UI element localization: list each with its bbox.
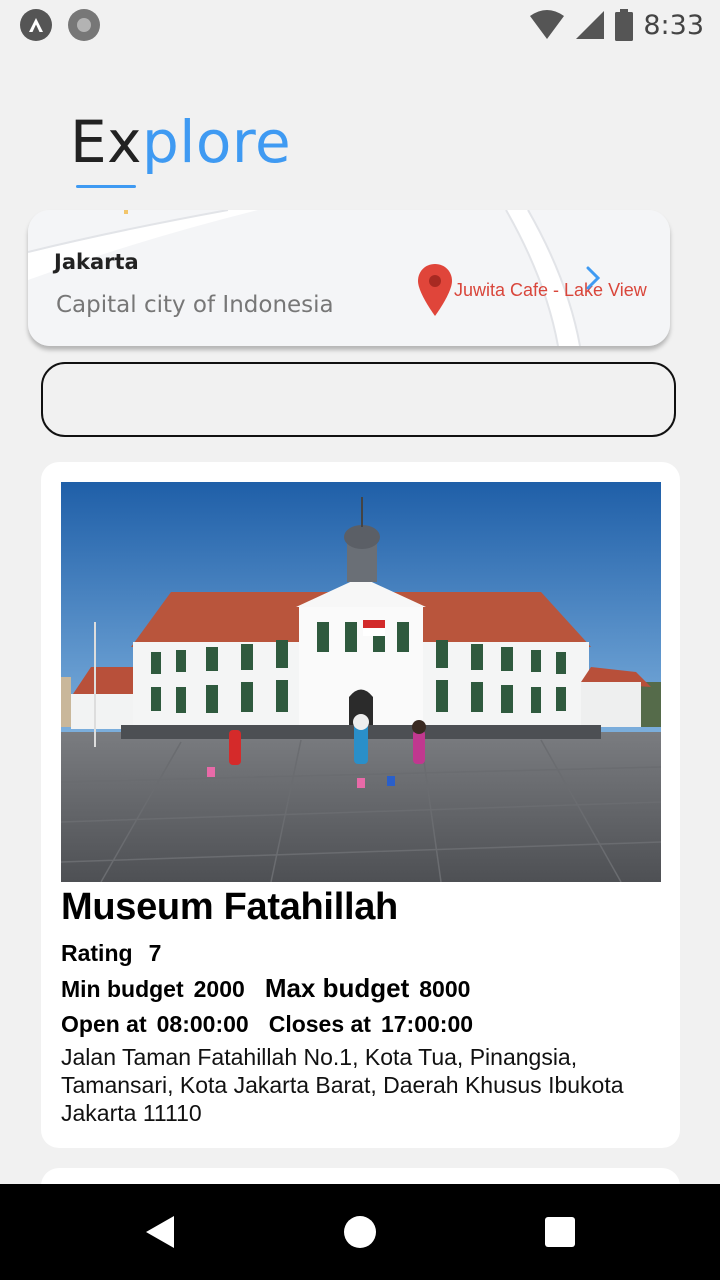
max-budget-label: Max budget bbox=[264, 973, 410, 1003]
status-icons: 8:33 bbox=[529, 6, 704, 44]
search-input[interactable] bbox=[43, 364, 674, 435]
open-time: 08:00:00 bbox=[156, 1011, 249, 1037]
max-budget-value: 8000 bbox=[419, 976, 471, 1002]
map-card[interactable]: Jakarta Capital city of Indonesia Juwita… bbox=[28, 210, 670, 346]
place-address: Jalan Taman Fatahillah No.1, Kota Tua, P… bbox=[61, 1044, 624, 1126]
hours-row: Open at 08:00:00 Closes at 17:00:00 bbox=[61, 1011, 473, 1038]
title-prefix: Ex bbox=[70, 108, 142, 176]
budget-row: Min budget 2000 Max budget 8000 bbox=[61, 973, 470, 1004]
map-city-label: Jakarta bbox=[54, 250, 139, 274]
rating-row: Rating 7 bbox=[61, 940, 161, 967]
cellular-signal-icon bbox=[576, 11, 605, 39]
title-underline bbox=[76, 185, 136, 188]
search-box[interactable] bbox=[41, 362, 676, 437]
recents-icon[interactable] bbox=[545, 1217, 575, 1247]
map-city-description: Capital city of Indonesia bbox=[56, 292, 334, 318]
map-poi-label[interactable]: Juwita Cafe - Lake View bbox=[454, 280, 647, 301]
app-notification-icon bbox=[20, 9, 52, 41]
rating-value: 7 bbox=[148, 940, 162, 966]
title-suffix: plore bbox=[141, 108, 292, 176]
place-photo bbox=[61, 482, 661, 882]
close-time: 17:00:00 bbox=[380, 1011, 474, 1037]
place-name: Museum Fatahillah bbox=[61, 886, 398, 928]
place-card[interactable]: Museum Fatahillah Rating 7 Min budget 2000… bbox=[41, 462, 680, 1148]
clock: 8:33 bbox=[643, 9, 704, 41]
rating-label: Rating bbox=[61, 940, 133, 966]
home-icon[interactable] bbox=[344, 1216, 376, 1248]
back-icon[interactable] bbox=[144, 1214, 176, 1250]
wifi-icon bbox=[530, 10, 565, 39]
chevron-right-icon bbox=[586, 266, 600, 290]
battery-icon bbox=[615, 9, 634, 41]
page-title: Explore bbox=[70, 108, 291, 176]
open-label: Open at bbox=[61, 1011, 147, 1037]
circle-notification-icon bbox=[68, 9, 100, 41]
min-budget-label: Min budget bbox=[61, 976, 184, 1002]
status-bar: 8:33 bbox=[0, 0, 720, 50]
map-pin-icon[interactable] bbox=[416, 262, 454, 318]
navigation-bar bbox=[0, 1184, 720, 1280]
close-label: Closes at bbox=[268, 1011, 371, 1037]
map-background bbox=[28, 210, 670, 346]
min-budget-value: 2000 bbox=[193, 976, 245, 1002]
